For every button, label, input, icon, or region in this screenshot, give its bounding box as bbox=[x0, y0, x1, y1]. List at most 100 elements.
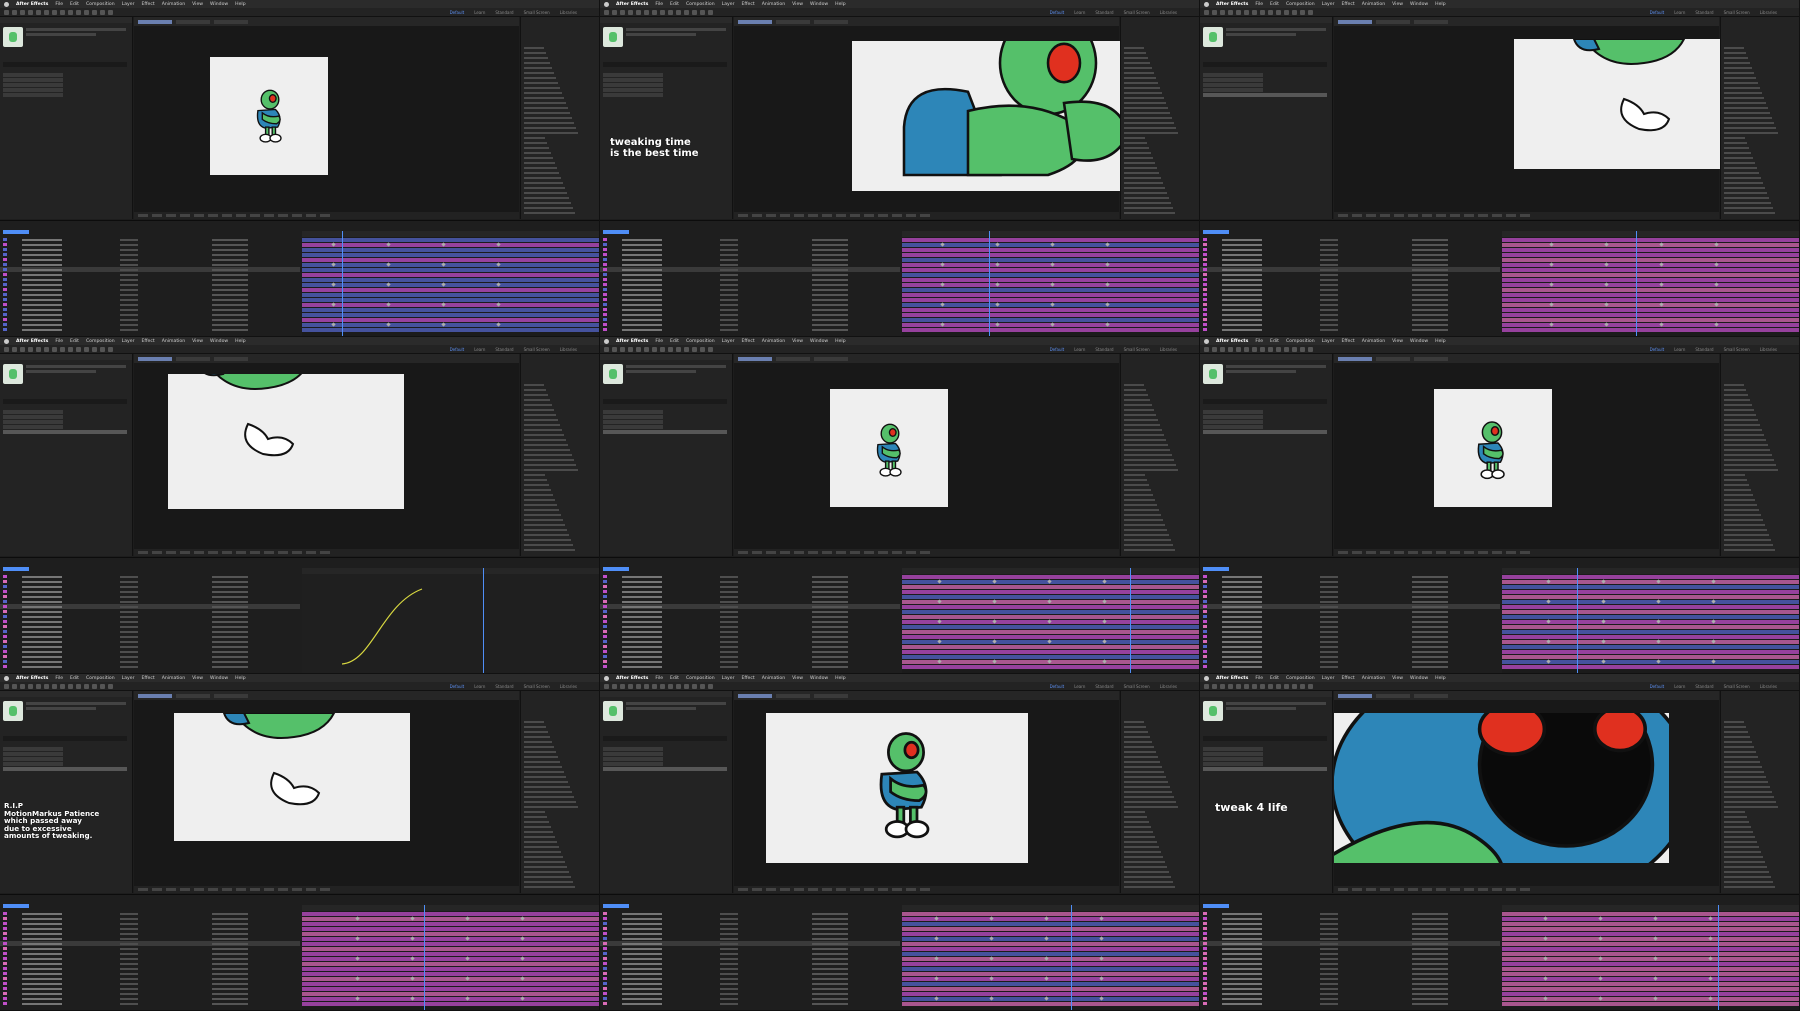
timecode-display[interactable] bbox=[1203, 904, 1229, 908]
menu-item-layer[interactable]: Layer bbox=[1322, 676, 1335, 681]
keyframe[interactable] bbox=[1099, 996, 1104, 1001]
layer-bar[interactable] bbox=[1502, 322, 1799, 327]
layer-parent[interactable] bbox=[812, 967, 848, 970]
layer-bar[interactable] bbox=[902, 312, 1199, 317]
layer-name[interactable] bbox=[1222, 952, 1262, 955]
layer-bar[interactable] bbox=[902, 644, 1199, 649]
viewer-control[interactable] bbox=[236, 888, 246, 891]
layer-label-color[interactable] bbox=[1203, 650, 1207, 653]
pen-tool-icon[interactable] bbox=[1260, 9, 1265, 15]
layer-name[interactable] bbox=[22, 645, 62, 648]
menu-item-help[interactable]: Help bbox=[235, 676, 245, 681]
layer-mode[interactable] bbox=[120, 610, 138, 613]
layer-mode[interactable] bbox=[120, 600, 138, 603]
viewer-control[interactable] bbox=[1492, 551, 1502, 554]
effects-list-item[interactable] bbox=[524, 389, 546, 391]
workspace-libraries[interactable]: Libraries bbox=[1160, 347, 1177, 352]
layer-mode[interactable] bbox=[720, 912, 738, 915]
keyframe[interactable] bbox=[934, 976, 939, 981]
layer-label-color[interactable] bbox=[3, 630, 7, 633]
layer-parent[interactable] bbox=[1412, 957, 1448, 960]
keyframe[interactable] bbox=[1708, 996, 1713, 1001]
layer-parent[interactable] bbox=[1412, 610, 1448, 613]
selection-tool-icon[interactable] bbox=[1204, 346, 1209, 352]
layer-bar[interactable] bbox=[1502, 654, 1799, 659]
layer-mode[interactable] bbox=[1320, 625, 1338, 628]
menu-item-file[interactable]: File bbox=[655, 2, 663, 7]
menu-item-view[interactable]: View bbox=[192, 339, 203, 344]
effects-list-item[interactable] bbox=[1724, 736, 1750, 738]
effects-list-item[interactable] bbox=[1724, 202, 1771, 204]
layer-parent[interactable] bbox=[1412, 645, 1448, 648]
keyframe[interactable] bbox=[331, 282, 336, 287]
layer-name[interactable] bbox=[622, 645, 662, 648]
keyframe[interactable] bbox=[1601, 659, 1606, 664]
layer-name[interactable] bbox=[1222, 268, 1262, 271]
roto-tool-icon[interactable] bbox=[700, 9, 705, 15]
layer-name[interactable] bbox=[22, 600, 62, 603]
layer-label-color[interactable] bbox=[1203, 273, 1207, 276]
effects-list-item[interactable] bbox=[524, 544, 573, 546]
effects-list-item[interactable] bbox=[1724, 152, 1751, 154]
layer-bar[interactable] bbox=[302, 257, 599, 262]
layer-row[interactable] bbox=[0, 664, 300, 669]
layer-mode[interactable] bbox=[120, 912, 138, 915]
menu-item-file[interactable]: File bbox=[55, 676, 63, 681]
keyframe[interactable] bbox=[331, 242, 336, 247]
tab-composition[interactable] bbox=[138, 356, 172, 361]
keyframe[interactable] bbox=[410, 936, 415, 941]
keyframe[interactable] bbox=[995, 302, 1000, 307]
viewer-control[interactable] bbox=[180, 214, 190, 217]
keyframe[interactable] bbox=[386, 262, 391, 267]
keyframe[interactable] bbox=[1047, 579, 1052, 584]
effects-list-item[interactable] bbox=[1724, 122, 1774, 124]
effects-list-item[interactable] bbox=[1724, 846, 1759, 848]
keyframe[interactable] bbox=[355, 956, 360, 961]
keyframe[interactable] bbox=[1714, 242, 1719, 247]
effects-list-item[interactable] bbox=[524, 444, 568, 446]
stamp-tool-icon[interactable] bbox=[684, 683, 689, 689]
workspace-learn[interactable]: Learn bbox=[1074, 347, 1085, 352]
layer-bar[interactable] bbox=[1502, 936, 1799, 941]
layer-parent[interactable] bbox=[812, 942, 848, 945]
pen-tool-icon[interactable] bbox=[1260, 683, 1265, 689]
layer-mode[interactable] bbox=[120, 997, 138, 1000]
roto-tool-icon[interactable] bbox=[100, 9, 105, 15]
layer-parent[interactable] bbox=[1412, 625, 1448, 628]
layer-parent[interactable] bbox=[212, 318, 248, 321]
layer-name[interactable] bbox=[1222, 585, 1262, 588]
viewer-control[interactable] bbox=[208, 888, 218, 891]
workspace-standard[interactable]: Standard bbox=[1695, 684, 1713, 689]
layer-name[interactable] bbox=[622, 595, 662, 598]
keyframe[interactable] bbox=[1708, 916, 1713, 921]
layer-mode[interactable] bbox=[1320, 650, 1338, 653]
viewer-control[interactable] bbox=[780, 551, 790, 554]
effects-list-item[interactable] bbox=[524, 736, 550, 738]
layer-parent[interactable] bbox=[212, 288, 248, 291]
layer-name[interactable] bbox=[22, 308, 62, 311]
camera-tool-icon[interactable] bbox=[36, 346, 41, 352]
layer-parent[interactable] bbox=[812, 665, 848, 668]
effects-list-item[interactable] bbox=[1124, 881, 1173, 883]
effects-list-item[interactable] bbox=[1124, 549, 1175, 551]
layer-parent[interactable] bbox=[1412, 982, 1448, 985]
effects-list-item[interactable] bbox=[1124, 147, 1149, 149]
tab-footage[interactable] bbox=[1414, 356, 1448, 361]
layer-name[interactable] bbox=[1222, 590, 1262, 593]
layer-label-color[interactable] bbox=[1203, 585, 1207, 588]
puppet-tool-icon[interactable] bbox=[1308, 683, 1313, 689]
effects-list-item[interactable] bbox=[1124, 107, 1168, 109]
layer-bar[interactable] bbox=[1502, 951, 1799, 956]
viewer-control[interactable] bbox=[850, 551, 860, 554]
effects-list-item[interactable] bbox=[1124, 489, 1151, 491]
layer-label-color[interactable] bbox=[1203, 600, 1207, 603]
layer-bar[interactable] bbox=[902, 307, 1199, 312]
layer-bar[interactable] bbox=[1502, 649, 1799, 654]
zoom-tool-icon[interactable] bbox=[1220, 346, 1225, 352]
pen-tool-icon[interactable] bbox=[660, 9, 665, 15]
viewer-control[interactable] bbox=[920, 888, 930, 891]
effects-list-item[interactable] bbox=[524, 781, 568, 783]
pan-tool-icon[interactable] bbox=[1244, 346, 1249, 352]
workspace-standard[interactable]: Standard bbox=[1095, 10, 1113, 15]
viewer-control[interactable] bbox=[920, 551, 930, 554]
